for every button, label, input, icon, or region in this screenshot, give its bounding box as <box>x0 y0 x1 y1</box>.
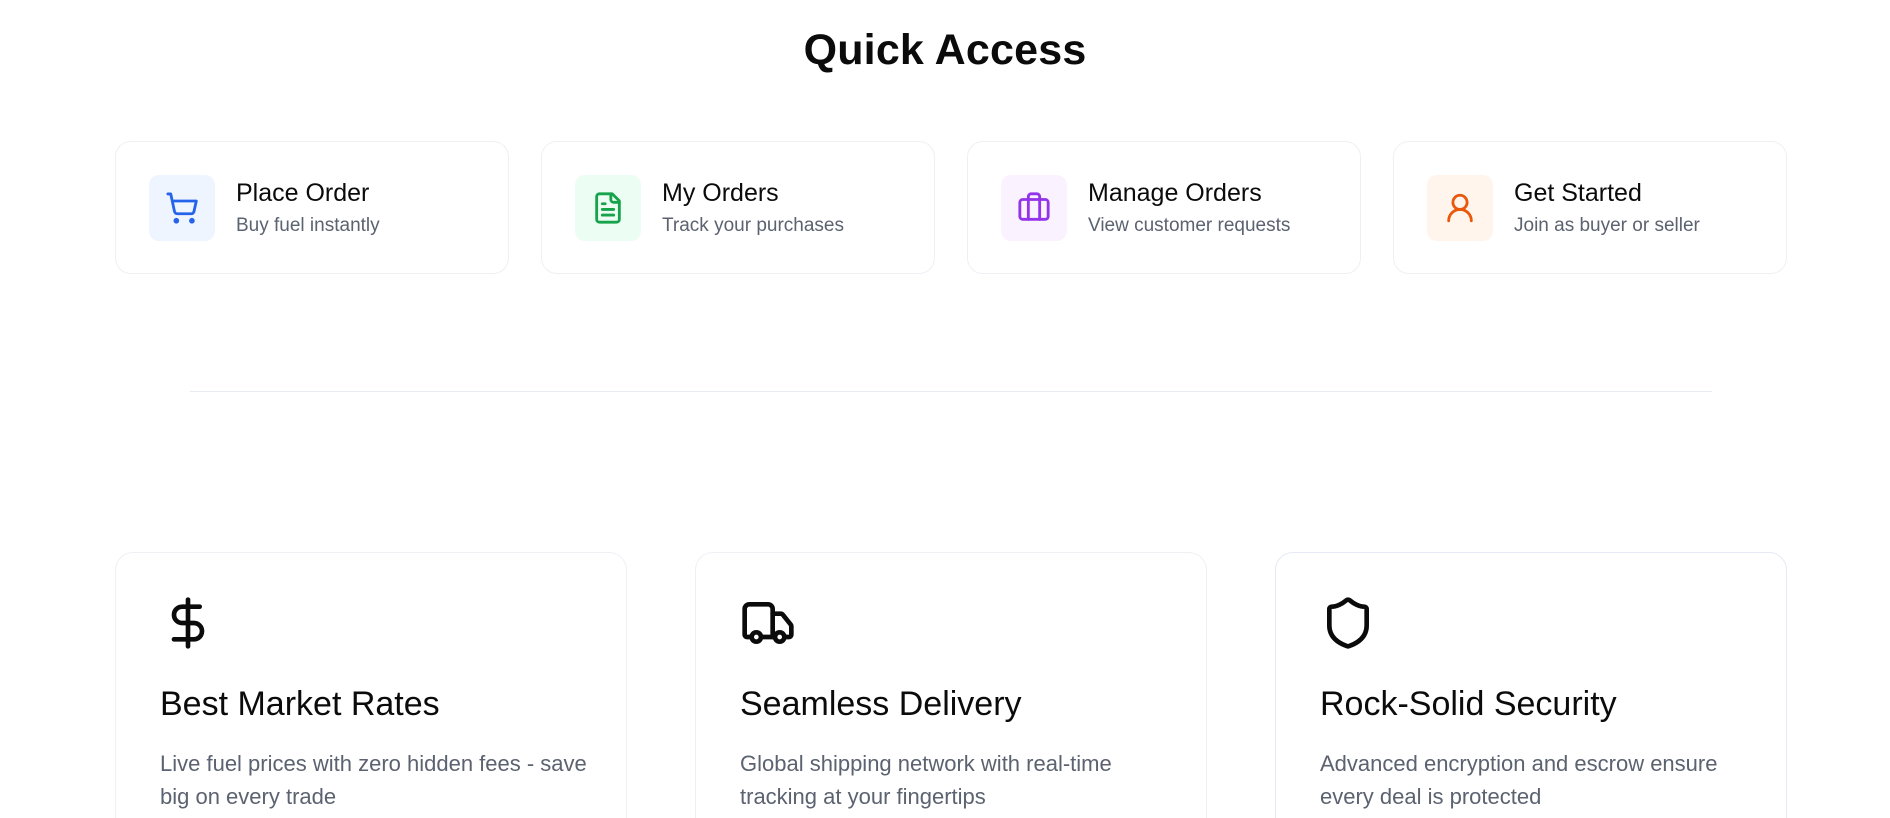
features-grid: Best Market Rates Live fuel prices with … <box>115 552 1787 818</box>
quick-card-place-order[interactable]: Place Order Buy fuel instantly <box>115 141 509 274</box>
quick-card-subtitle: Join as buyer or seller <box>1514 214 1700 236</box>
quick-card-subtitle: Buy fuel instantly <box>236 214 380 236</box>
file-text-icon <box>575 174 641 241</box>
feature-title: Seamless Delivery <box>740 685 1022 723</box>
quick-card-text: Manage Orders View customer requests <box>1088 178 1290 238</box>
feature-card-security: Rock-Solid Security Advanced encryption … <box>1275 552 1787 818</box>
quick-access-grid: Place Order Buy fuel instantly My Orders… <box>115 141 1787 274</box>
page: Quick Access Place Order Buy fuel instan… <box>0 0 1890 818</box>
quick-card-text: Get Started Join as buyer or seller <box>1514 178 1700 238</box>
truck-icon <box>740 595 796 651</box>
feature-card-market-rates: Best Market Rates Live fuel prices with … <box>115 552 627 818</box>
user-icon <box>1427 174 1493 241</box>
feature-description: Advanced encryption and escrow ensure ev… <box>1320 751 1718 809</box>
dollar-sign-icon <box>160 595 216 651</box>
quick-card-title: Get Started <box>1514 178 1642 207</box>
quick-card-subtitle: Track your purchases <box>662 214 844 236</box>
shield-icon <box>1320 595 1376 651</box>
quick-card-title: Place Order <box>236 178 370 207</box>
quick-card-get-started[interactable]: Get Started Join as buyer or seller <box>1393 141 1787 274</box>
quick-card-text: Place Order Buy fuel instantly <box>236 178 380 238</box>
feature-title: Best Market Rates <box>160 685 440 723</box>
section-divider <box>190 391 1712 392</box>
shopping-cart-icon <box>149 174 215 241</box>
briefcase-icon <box>1001 174 1067 241</box>
feature-title: Rock-Solid Security <box>1320 685 1617 723</box>
quick-card-my-orders[interactable]: My Orders Track your purchases <box>541 141 935 274</box>
feature-description: Live fuel prices with zero hidden fees -… <box>160 751 587 809</box>
quick-card-text: My Orders Track your purchases <box>662 178 844 238</box>
quick-access-title: Quick Access <box>803 26 1087 74</box>
quick-card-manage-orders[interactable]: Manage Orders View customer requests <box>967 141 1361 274</box>
feature-description: Global shipping network with real-time t… <box>740 751 1112 809</box>
quick-card-title: My Orders <box>662 178 779 207</box>
feature-card-delivery: Seamless Delivery Global shipping networ… <box>695 552 1207 818</box>
quick-card-subtitle: View customer requests <box>1088 214 1291 236</box>
quick-card-title: Manage Orders <box>1088 178 1262 207</box>
